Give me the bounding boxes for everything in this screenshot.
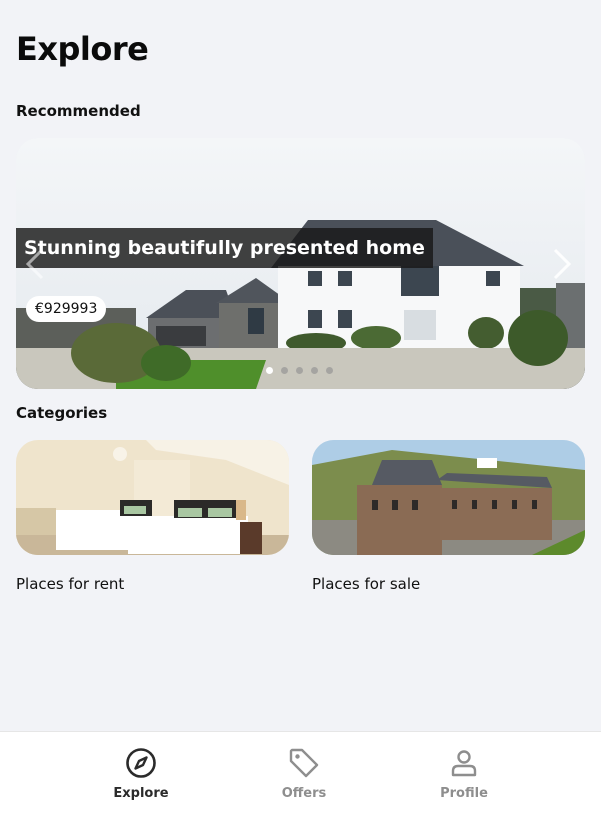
nav-item-offers[interactable]: Offers: [249, 746, 359, 801]
category-label-rent[interactable]: Places for rent: [16, 575, 124, 593]
nav-label-offers: Offers: [281, 786, 327, 801]
nav-item-profile[interactable]: Profile: [409, 746, 519, 801]
carousel-dots: [266, 367, 333, 374]
category-card-rent[interactable]: [16, 440, 289, 555]
carousel-dot[interactable]: [266, 367, 273, 374]
nav-item-explore[interactable]: Explore: [86, 746, 196, 801]
category-label-sale[interactable]: Places for sale: [312, 575, 420, 593]
user-icon: [451, 750, 477, 777]
carousel-dot[interactable]: [281, 367, 288, 374]
categories-section-title: Categories: [16, 404, 108, 422]
carousel-dot[interactable]: [311, 367, 318, 374]
category-card-sale[interactable]: [312, 440, 585, 555]
page-title: Explore: [16, 30, 149, 68]
carousel-dot[interactable]: [296, 367, 303, 374]
compass-icon: [126, 748, 156, 778]
chevron-left-icon[interactable]: [22, 244, 48, 284]
tag-icon: [289, 748, 319, 778]
slide-title[interactable]: Stunning beautifully presented home: [16, 228, 433, 268]
recommended-section-title: Recommended: [16, 102, 141, 120]
bedroom-photo: [16, 440, 289, 555]
carousel-dot[interactable]: [326, 367, 333, 374]
stone-building-photo: [312, 440, 585, 555]
nav-label-explore: Explore: [113, 786, 169, 801]
price-badge: €929993: [26, 296, 107, 322]
nav-label-profile: Profile: [440, 786, 488, 801]
bottom-nav: Explore Offers Profile: [0, 731, 601, 816]
chevron-right-icon[interactable]: [549, 244, 575, 284]
recommended-carousel[interactable]: Stunning beautifully presented home €929…: [16, 138, 585, 389]
